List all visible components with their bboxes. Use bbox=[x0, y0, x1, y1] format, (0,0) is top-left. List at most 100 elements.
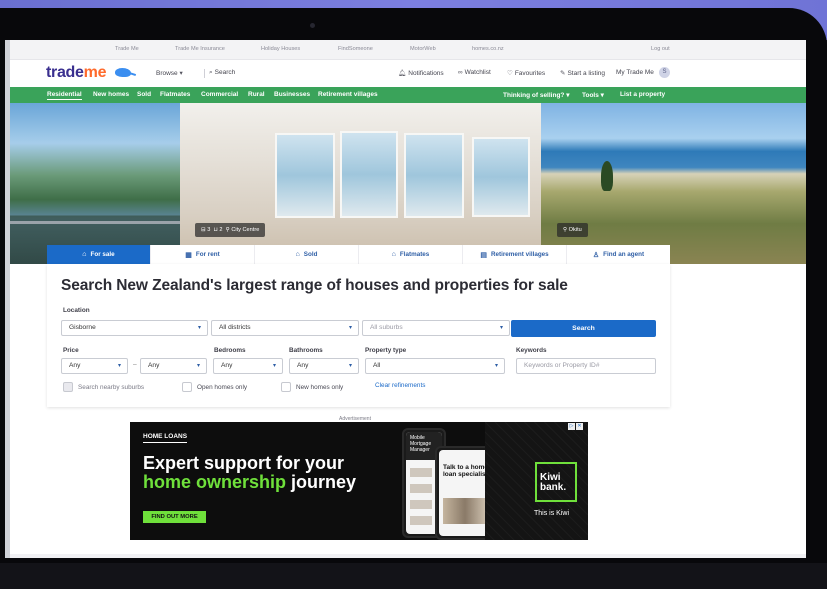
chevron-down-icon: ▾ bbox=[348, 325, 352, 331]
ad-close-icon[interactable]: ✕ bbox=[576, 423, 583, 430]
ad-category: HOME LOANS bbox=[143, 433, 188, 443]
utility-link-homes[interactable]: homes.co.nz bbox=[472, 46, 504, 52]
header-search[interactable]: ⌕ Search bbox=[209, 69, 235, 77]
tab-retirement-villages[interactable]: ▤ Retirement villages bbox=[463, 245, 567, 264]
camera bbox=[310, 23, 315, 28]
chevron-down-icon: ▾ bbox=[179, 70, 183, 77]
flatmates-icon: ⌂ bbox=[391, 251, 396, 258]
nav-flatmates[interactable]: Flatmates bbox=[160, 91, 190, 98]
beds-count: 3 bbox=[207, 227, 211, 233]
nav-rural[interactable]: Rural bbox=[248, 91, 265, 98]
retirement-icon: ▤ bbox=[480, 251, 487, 259]
region-value: Gisborne bbox=[69, 324, 96, 331]
tools-menu[interactable]: Tools ▾ bbox=[582, 91, 604, 99]
nav-sold[interactable]: Sold bbox=[137, 91, 151, 98]
checkbox-label: Search nearby suburbs bbox=[78, 383, 145, 391]
tools-label: Tools bbox=[582, 92, 599, 99]
nav-retirement-villages[interactable]: Retirement villages bbox=[318, 91, 378, 98]
kiwi-logo-icon bbox=[115, 68, 131, 77]
clear-refinements-link[interactable]: Clear refinements bbox=[375, 382, 425, 389]
thinking-label: Thinking of selling? bbox=[503, 92, 565, 99]
utility-link-trademe[interactable]: Trade Me bbox=[115, 46, 139, 52]
new-homes-checkbox[interactable]: New homes only bbox=[281, 382, 343, 392]
bedrooms-value: Any bbox=[221, 362, 233, 369]
checkbox-label: Open homes only bbox=[197, 383, 248, 391]
bed-icon: ⊟ bbox=[201, 227, 206, 233]
nav-commercial[interactable]: Commercial bbox=[201, 91, 238, 98]
property-type-select[interactable]: All ▾ bbox=[365, 358, 505, 374]
chevron-down-icon: ▾ bbox=[600, 92, 604, 99]
tab-label: Flatmates bbox=[399, 251, 430, 258]
notifications-link[interactable]: 🔔︎ Notifications bbox=[398, 69, 444, 77]
nav-new-homes[interactable]: New homes bbox=[93, 91, 129, 98]
chevron-down-icon: ▾ bbox=[499, 325, 503, 331]
find-out-more-button[interactable]: FIND OUT MORE bbox=[143, 511, 206, 523]
chevron-down-icon: ▾ bbox=[566, 92, 570, 99]
start-listing-link[interactable]: ✎ Start a listing bbox=[560, 69, 605, 77]
tab-find-an-agent[interactable]: ♙ Find an agent bbox=[567, 245, 670, 264]
checkbox-box bbox=[182, 382, 192, 392]
region-select[interactable]: Gisborne ▾ bbox=[61, 320, 208, 336]
search-button[interactable]: Search bbox=[511, 320, 656, 337]
search-card: Search New Zealand's largest range of ho… bbox=[47, 264, 670, 407]
utility-link-motorweb[interactable]: MotorWeb bbox=[410, 46, 436, 52]
phone-list-item bbox=[410, 468, 432, 477]
screen-edge bbox=[5, 40, 10, 558]
ad-headline-2: home ownership journey bbox=[143, 472, 356, 493]
search-category-tabs: ⌂ For sale ▦ For rent ⌂ Sold ⌂ Flatmates ▤ Re… bbox=[47, 245, 670, 264]
utility-link-holiday-houses[interactable]: Holiday Houses bbox=[261, 46, 300, 52]
tab-flatmates[interactable]: ⌂ Flatmates bbox=[359, 245, 463, 264]
list-property-link[interactable]: List a property bbox=[620, 91, 665, 98]
watchlist-link[interactable]: ∞ Watchlist bbox=[458, 69, 491, 76]
avatar[interactable]: S bbox=[659, 67, 670, 78]
hero-photo-interior bbox=[180, 103, 541, 264]
district-select[interactable]: All districts ▾ bbox=[211, 320, 359, 336]
property-nav: Residential New homes Sold Flatmates Com… bbox=[5, 87, 806, 103]
location-label: Location bbox=[63, 307, 90, 314]
logo-trade: trade bbox=[46, 64, 84, 81]
tab-label: Retirement villages bbox=[490, 251, 549, 258]
photo-tag-okitu[interactable]: ⚲ Okitu bbox=[557, 223, 588, 237]
search-icon: ⌕ bbox=[209, 69, 213, 76]
tab-label: For sale bbox=[90, 251, 115, 258]
checkbox-box bbox=[63, 382, 73, 392]
keywords-input[interactable]: Keywords or Property ID# bbox=[516, 358, 656, 374]
ad-headline-rest: journey bbox=[286, 472, 357, 492]
phone-screen: Talk to a home loan specialist bbox=[439, 450, 489, 536]
bedrooms-select[interactable]: Any ▾ bbox=[213, 358, 283, 374]
ad-info-icon[interactable]: ▷ bbox=[568, 423, 575, 430]
browse-menu[interactable]: Browse ▾ bbox=[156, 69, 185, 77]
bathrooms-select[interactable]: Any ▾ bbox=[289, 358, 359, 374]
utility-link-insurance[interactable]: Trade Me Insurance bbox=[175, 46, 225, 52]
tab-sold[interactable]: ⌂ Sold bbox=[255, 245, 359, 264]
kiwibank-ad[interactable]: HOME LOANS Expert support for your home … bbox=[130, 422, 588, 540]
price-min-select[interactable]: Any ▾ bbox=[61, 358, 128, 374]
my-trademe-link[interactable]: My Trade Me bbox=[616, 69, 654, 76]
photo-tag-city-centre[interactable]: ⊟ 3 ⊔ 2 ⚲ City Centre bbox=[195, 223, 266, 237]
chevron-down-icon: ▾ bbox=[196, 363, 200, 369]
open-homes-checkbox[interactable]: Open homes only bbox=[182, 382, 247, 392]
pencil-icon: ✎ bbox=[560, 70, 566, 77]
trademe-logo[interactable]: trademe bbox=[46, 64, 106, 82]
tree bbox=[601, 161, 613, 191]
thinking-of-selling-menu[interactable]: Thinking of selling? ▾ bbox=[503, 91, 569, 99]
utility-link-findsomeone[interactable]: FindSomeone bbox=[338, 46, 373, 52]
phone-photo bbox=[443, 498, 487, 524]
nearby-suburbs-checkbox[interactable]: Search nearby suburbs bbox=[63, 382, 144, 392]
page-title: Search New Zealand's largest range of ho… bbox=[61, 277, 568, 294]
window bbox=[275, 133, 335, 218]
nav-businesses[interactable]: Businesses bbox=[274, 91, 310, 98]
brand-line-2: bank. bbox=[540, 482, 567, 493]
favourites-link[interactable]: ♡ Favourites bbox=[507, 69, 545, 77]
nav-residential[interactable]: Residential bbox=[47, 91, 82, 100]
location-pin-icon: ⚲ bbox=[563, 227, 568, 233]
ad-headline-1: Expert support for your bbox=[143, 453, 345, 473]
price-max-select[interactable]: Any ▾ bbox=[140, 358, 207, 374]
utility-bar: Trade Me Trade Me Insurance Holiday Hous… bbox=[5, 40, 806, 60]
baths-count: 2 bbox=[219, 227, 223, 233]
chevron-down-icon: ▾ bbox=[272, 363, 276, 369]
tab-for-rent[interactable]: ▦ For rent bbox=[151, 245, 255, 264]
suburb-select[interactable]: All suburbs ▾ bbox=[362, 320, 510, 336]
tab-for-sale[interactable]: ⌂ For sale bbox=[47, 245, 151, 264]
logout-link[interactable]: Log out bbox=[651, 46, 670, 52]
